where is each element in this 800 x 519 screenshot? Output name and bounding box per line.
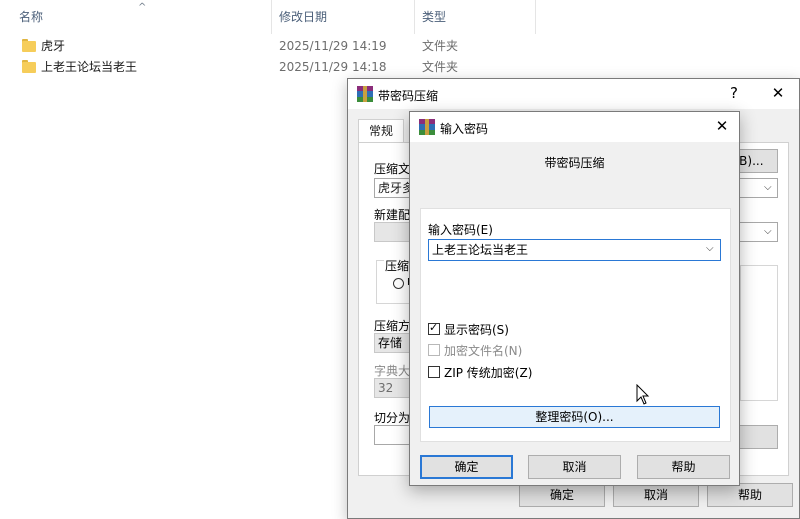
file-row[interactable]: 虎牙 2025/11/29 14:19 文件夹 (0, 35, 540, 57)
zip-legacy-checkbox[interactable] (428, 366, 440, 378)
column-divider[interactable] (535, 0, 536, 34)
organize-passwords-button[interactable]: 整理密码(O)... (429, 406, 720, 428)
password-dialog-titlebar[interactable]: 输入密码 ✕ (410, 112, 739, 142)
chevron-down-icon[interactable]: ⌵ (706, 243, 714, 254)
split-label: 切分为 (374, 411, 411, 425)
dictionary-label: 字典大 (374, 364, 411, 378)
archive-ok-button[interactable]: 确定 (519, 483, 605, 507)
archive-dialog-titlebar[interactable]: 带密码压缩 ? ✕ (348, 79, 799, 109)
profile-label: 新建配 (374, 208, 411, 222)
file-type: 文件夹 (422, 39, 459, 53)
show-password-label: 显示密码(S) (444, 323, 509, 337)
chevron-down-icon: ⌵ (764, 226, 772, 237)
password-input[interactable]: 上老王论坛当老王 (428, 239, 721, 261)
mouse-cursor-icon (636, 384, 650, 405)
folder-icon (22, 39, 36, 52)
options-group (740, 265, 778, 401)
winrar-icon (419, 119, 435, 135)
show-password-checkbox[interactable]: ✓ (428, 321, 440, 335)
update-mode-dropdown[interactable] (738, 222, 778, 242)
file-modified: 2025/11/29 14:19 (279, 39, 387, 53)
file-name: 上老王论坛当老王 (41, 60, 138, 74)
tab-general[interactable]: 常规 (358, 119, 404, 143)
column-divider[interactable] (414, 0, 415, 34)
archive-help-button[interactable]: 帮助 (707, 483, 793, 507)
file-type: 文件夹 (422, 60, 459, 74)
password-dialog-title: 输入密码 (440, 122, 489, 136)
set-password-button[interactable] (738, 425, 778, 449)
winrar-icon (357, 86, 373, 102)
encrypt-filenames-label: 加密文件名(N) (444, 344, 523, 358)
close-icon[interactable]: ✕ (710, 117, 734, 135)
password-dialog-heading: 带密码压缩 (544, 156, 605, 170)
archive-name-label: 压缩文 (374, 162, 411, 176)
archive-cancel-button[interactable]: 取消 (613, 483, 699, 507)
checkmark-icon: ✓ (429, 321, 439, 334)
close-icon[interactable]: ✕ (766, 84, 790, 102)
file-name: 虎牙 (41, 39, 66, 53)
password-dialog: 输入密码 ✕ 带密码压缩 输入密码(E) 上老王论坛当老王 ⌵ ✓ 显示密码(S… (409, 111, 740, 486)
sort-up-icon: ^ (138, 2, 147, 13)
zip-legacy-label: ZIP 传统加密(Z) (444, 366, 533, 380)
archive-dialog-title: 带密码压缩 (378, 89, 439, 103)
method-label: 压缩方 (374, 319, 411, 333)
encrypt-filenames-checkbox[interactable] (428, 344, 440, 356)
column-header-type[interactable]: 类型 (422, 0, 446, 34)
password-label: 输入密码(E) (428, 223, 493, 237)
password-ok-button[interactable]: 确定 (420, 455, 513, 479)
file-modified: 2025/11/29 14:18 (279, 60, 387, 74)
column-header-name[interactable]: 名称 (19, 0, 43, 34)
archive-name-dropdown[interactable] (738, 178, 778, 198)
column-divider[interactable] (271, 0, 272, 34)
password-cancel-button[interactable]: 取消 (528, 455, 621, 479)
help-button[interactable]: ? (724, 84, 744, 102)
file-row[interactable]: 上老王论坛当老王 2025/11/29 14:18 文件夹 (0, 56, 540, 78)
chevron-down-icon: ⌵ (764, 182, 772, 193)
column-header-modified[interactable]: 修改日期 (279, 0, 327, 34)
password-help-button[interactable]: 帮助 (637, 455, 730, 479)
folder-icon (22, 60, 36, 73)
format-radio[interactable] (393, 278, 404, 289)
